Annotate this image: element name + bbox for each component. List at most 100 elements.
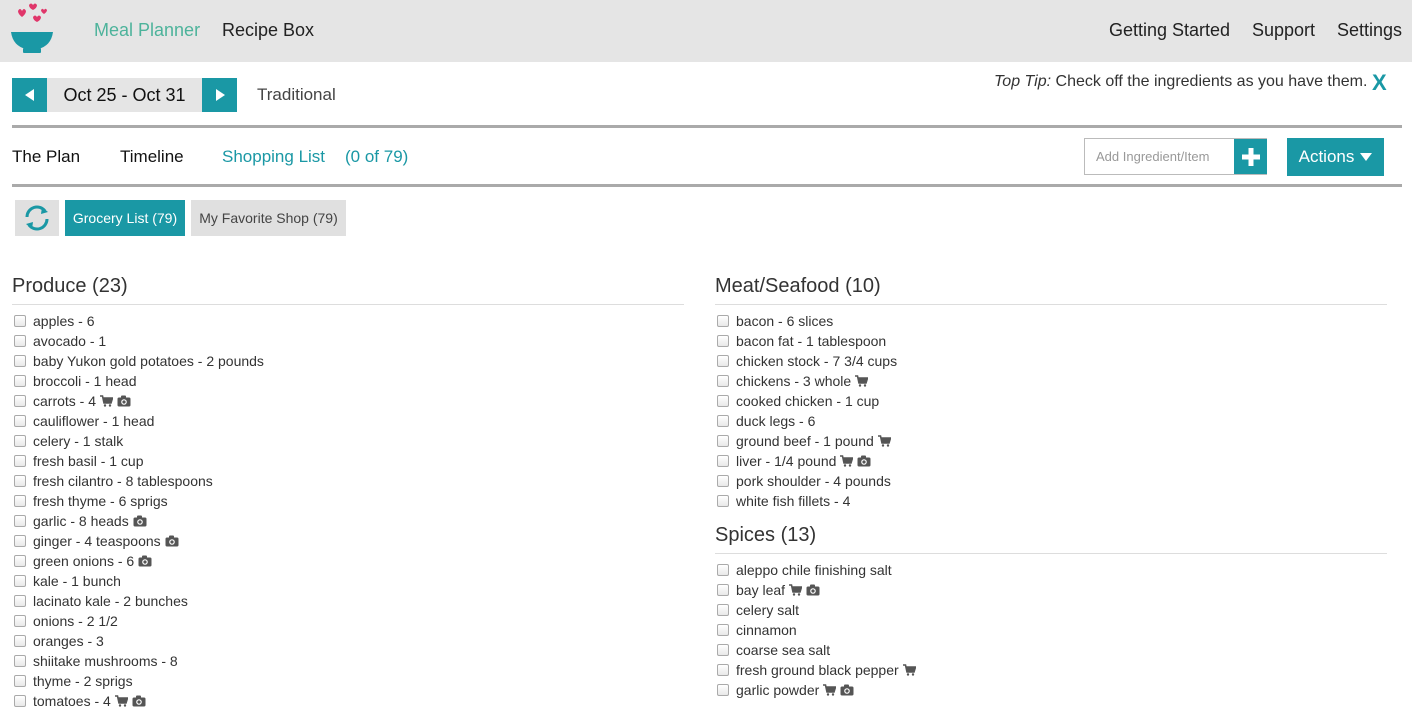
list-item: chickens - 3 whole [715,371,1387,391]
list-item: bay leaf [715,580,1387,600]
item-label: white fish fillets - 4 [736,493,851,509]
item-checkbox[interactable] [14,695,26,707]
camera-icon[interactable] [857,455,871,467]
camera-icon[interactable] [133,515,147,527]
cart-icon[interactable] [114,695,128,707]
item-checkbox[interactable] [14,515,26,527]
camera-icon[interactable] [840,684,854,696]
ingredient-list: apples - 6 avocado - 1 baby Yukon gold pot… [12,311,684,711]
item-checkbox[interactable] [14,555,26,567]
item-label: cauliflower - 1 head [33,413,155,429]
item-checkbox[interactable] [717,604,729,616]
grocery-list-filter[interactable]: Grocery List (79) [65,200,185,236]
item-checkbox[interactable] [14,615,26,627]
item-checkbox[interactable] [14,575,26,587]
item-checkbox[interactable] [717,455,729,467]
item-label: celery salt [736,602,800,618]
item-checkbox[interactable] [14,675,26,687]
item-checkbox[interactable] [14,595,26,607]
item-checkbox[interactable] [717,415,729,427]
nav-support[interactable]: Support [1252,20,1315,41]
item-checkbox[interactable] [717,664,729,676]
favorite-shop-filter[interactable]: My Favorite Shop (79) [191,200,346,236]
item-checkbox[interactable] [14,395,26,407]
item-checkbox[interactable] [14,415,26,427]
section-divider [12,304,684,305]
tip-label: Top Tip: [994,73,1052,90]
item-checkbox[interactable] [717,355,729,367]
item-label: fresh thyme - 6 sprigs [33,493,168,509]
top-nav-bar: Meal Planner Recipe Box Getting Started … [0,0,1412,62]
item-checkbox[interactable] [14,475,26,487]
nav-settings[interactable]: Settings [1337,20,1402,41]
cart-icon[interactable] [840,455,854,467]
add-ingredient-input[interactable] [1085,139,1233,174]
camera-icon[interactable] [806,584,820,596]
item-label: lacinato kale - 2 bunches [33,593,188,609]
item-checkbox[interactable] [717,315,729,327]
item-checkbox[interactable] [14,635,26,647]
section-divider [715,304,1387,305]
item-checkbox[interactable] [14,375,26,387]
item-label: duck legs - 6 [736,413,816,429]
item-checkbox[interactable] [14,435,26,447]
nav-recipe-box[interactable]: Recipe Box [222,20,314,41]
camera-icon[interactable] [138,555,152,567]
camera-icon[interactable] [165,535,179,547]
item-checkbox[interactable] [717,475,729,487]
actions-button[interactable]: Actions [1287,138,1384,176]
cart-icon[interactable] [902,664,916,676]
next-week-button[interactable] [202,78,237,112]
item-label: onions - 2 1/2 [33,613,118,629]
item-checkbox[interactable] [717,435,729,447]
add-ingredient-button[interactable] [1234,139,1267,174]
item-checkbox[interactable] [717,584,729,596]
item-checkbox[interactable] [717,375,729,387]
list-item: pork shoulder - 4 pounds [715,471,1387,491]
tab-timeline[interactable]: Timeline [120,147,184,167]
list-item: cauliflower - 1 head [12,411,684,431]
item-checkbox[interactable] [717,564,729,576]
item-checkbox[interactable] [14,655,26,667]
item-checkbox[interactable] [14,315,26,327]
actions-label: Actions [1298,147,1355,166]
camera-icon[interactable] [117,395,131,407]
item-checkbox[interactable] [14,535,26,547]
item-checkbox[interactable] [14,455,26,467]
cart-icon[interactable] [100,395,114,407]
item-label: oranges - 3 [33,633,104,649]
list-item: aleppo chile finishing salt [715,560,1387,580]
section-produce: Produce (23) apples - 6 avocado - 1 baby Y… [12,273,684,711]
item-checkbox[interactable] [717,624,729,636]
plus-icon [1241,147,1260,166]
list-item: carrots - 4 [12,391,684,411]
item-checkbox[interactable] [14,335,26,347]
cart-icon[interactable] [789,584,803,596]
close-tip-button[interactable]: X [1372,70,1387,96]
cart-icon[interactable] [823,684,837,696]
list-item: fresh cilantro - 8 tablespoons [12,471,684,491]
camera-icon[interactable] [132,695,146,707]
item-label: garlic - 8 heads [33,513,129,529]
item-checkbox[interactable] [717,335,729,347]
nav-getting-started[interactable]: Getting Started [1109,20,1230,41]
tab-the-plan[interactable]: The Plan [12,147,80,167]
list-item: ginger - 4 teaspoons [12,531,684,551]
nav-meal-planner[interactable]: Meal Planner [94,20,200,41]
section-divider [715,553,1387,554]
item-checkbox[interactable] [14,355,26,367]
cart-icon[interactable] [877,435,891,447]
prev-week-button[interactable] [12,78,47,112]
item-label: bacon fat - 1 tablespoon [736,333,887,349]
item-label: aleppo chile finishing salt [736,562,892,578]
item-checkbox[interactable] [14,495,26,507]
item-checkbox[interactable] [717,684,729,696]
tab-shopping-list[interactable]: Shopping List [222,147,325,167]
item-label: bay leaf [736,582,786,598]
item-checkbox[interactable] [717,644,729,656]
item-checkbox[interactable] [717,495,729,507]
item-checkbox[interactable] [717,395,729,407]
cart-icon[interactable] [855,375,869,387]
bowl-logo-icon[interactable] [10,3,54,55]
refresh-button[interactable] [15,200,59,236]
